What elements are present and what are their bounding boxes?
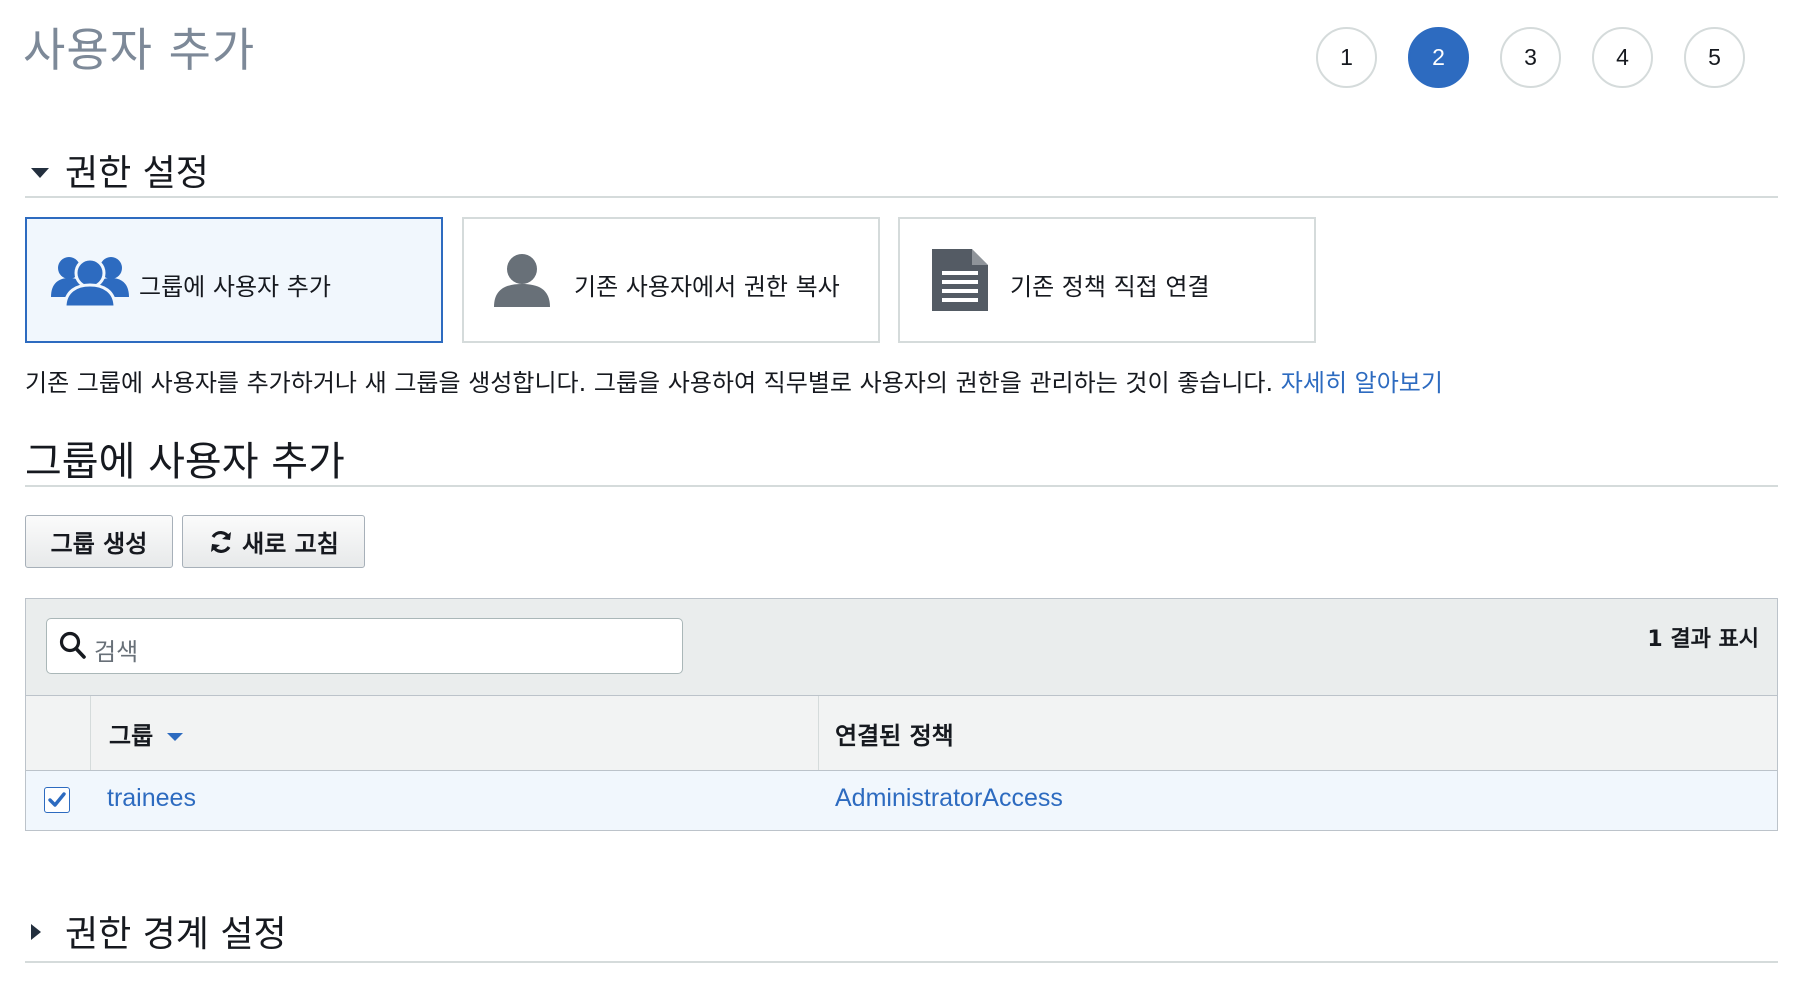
- caret-right-icon[interactable]: [31, 924, 41, 940]
- option-copy-from-user[interactable]: 기존 사용자에서 권한 복사: [462, 217, 880, 343]
- create-group-button[interactable]: 그룹 생성: [25, 515, 173, 568]
- option-label: 그룹에 사용자 추가: [139, 273, 331, 301]
- create-group-label: 그룹 생성: [50, 530, 148, 558]
- boundary-section-title: 권한 경계 설정: [65, 914, 287, 955]
- option-add-to-group[interactable]: 그룹에 사용자 추가: [25, 217, 443, 343]
- permissions-section-header[interactable]: 권한 설정: [25, 140, 1778, 198]
- caret-down-icon[interactable]: [31, 168, 49, 178]
- search-input[interactable]: 검색: [46, 618, 683, 674]
- step-1[interactable]: 1: [1316, 27, 1377, 88]
- add-to-group-title: 그룹에 사용자 추가: [25, 439, 345, 485]
- boundary-section-header[interactable]: 권한 경계 설정: [25, 905, 1778, 963]
- header-group-label: 그룹: [109, 722, 154, 750]
- refresh-label: 새로 고침: [242, 530, 339, 558]
- users-group-icon: [51, 253, 129, 311]
- refresh-icon: [208, 529, 234, 555]
- step-5[interactable]: 5: [1684, 27, 1745, 88]
- table-toolbar: 검색 1 결과 표시: [26, 599, 1777, 696]
- table-header: 그룹 연결된 정책: [26, 696, 1777, 771]
- add-to-group-header: 그룹에 사용자 추가: [25, 425, 1778, 487]
- permissions-description: 기존 그룹에 사용자를 추가하거나 새 그룹을 생성합니다. 그룹을 사용하여 …: [25, 363, 1443, 398]
- result-count: 1 결과 표시: [1647, 627, 1759, 652]
- table-row[interactable]: trainees AdministratorAccess: [26, 771, 1777, 830]
- policy-link[interactable]: AdministratorAccess: [835, 784, 1063, 813]
- option-attach-policy[interactable]: 기존 정책 직접 연결: [898, 217, 1316, 343]
- option-label: 기존 정책 직접 연결: [1010, 273, 1210, 301]
- header-checkbox-cell: [26, 696, 91, 770]
- user-icon: [494, 253, 550, 311]
- row-checkbox[interactable]: [44, 787, 70, 813]
- document-icon: [932, 249, 988, 315]
- page-title: 사용자 추가: [23, 23, 256, 77]
- search-placeholder: 검색: [94, 638, 139, 666]
- permissions-section-title: 권한 설정: [65, 153, 209, 194]
- header-group[interactable]: 그룹: [91, 696, 819, 770]
- header-policy: 연결된 정책: [819, 696, 1777, 770]
- group-link[interactable]: trainees: [107, 784, 196, 813]
- checkmark-icon: [48, 792, 66, 807]
- option-label: 기존 사용자에서 권한 복사: [574, 273, 840, 301]
- groups-table: 검색 1 결과 표시 그룹 연결된 정책 trainees Administra…: [25, 598, 1778, 831]
- search-icon: [59, 631, 87, 665]
- header-policy-label: 연결된 정책: [835, 722, 954, 750]
- wizard-steps: 1 2 3 4 5: [1316, 27, 1745, 88]
- sort-desc-icon[interactable]: [167, 733, 184, 741]
- learn-more-link[interactable]: 자세히 알아보기: [1281, 369, 1443, 397]
- refresh-button[interactable]: 새로 고침: [182, 515, 365, 568]
- description-text: 기존 그룹에 사용자를 추가하거나 새 그룹을 생성합니다. 그룹을 사용하여 …: [25, 369, 1274, 397]
- step-2-current[interactable]: 2: [1408, 27, 1469, 88]
- step-3[interactable]: 3: [1500, 27, 1561, 88]
- step-4[interactable]: 4: [1592, 27, 1653, 88]
